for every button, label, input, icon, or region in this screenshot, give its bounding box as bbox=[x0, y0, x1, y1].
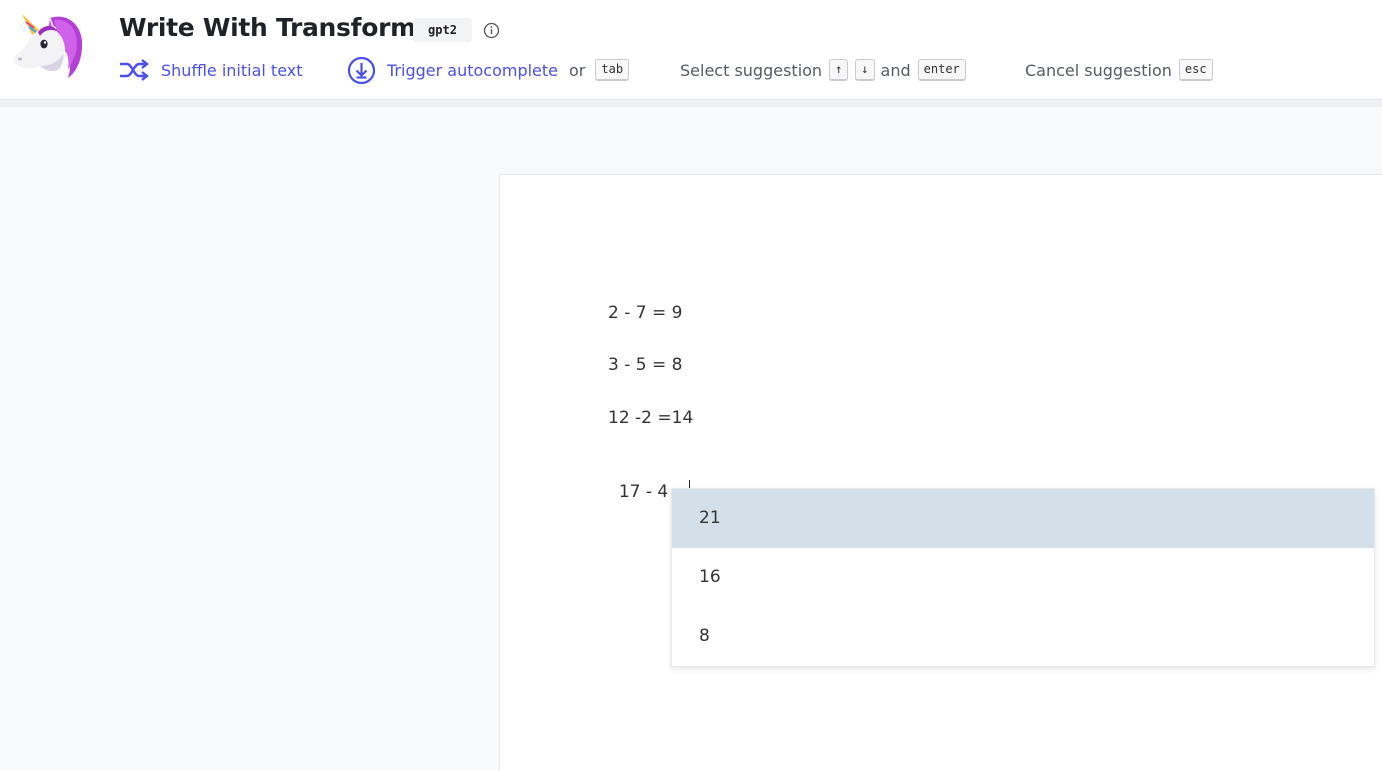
or-text: or bbox=[569, 60, 586, 80]
trigger-label: Trigger autocomplete bbox=[387, 60, 559, 80]
download-circle-icon bbox=[347, 56, 376, 84]
suggestion-item[interactable]: 8 bbox=[672, 607, 1374, 666]
top-header: Write With Transformer gpt2 Shuffle init… bbox=[0, 0, 1382, 100]
enter-key: enter bbox=[917, 59, 966, 81]
shuffle-initial-text-button[interactable]: Shuffle initial text bbox=[118, 56, 303, 84]
trigger-autocomplete-group: Trigger autocomplete or tab bbox=[347, 56, 630, 85]
suggestion-dropdown: 21 16 8 bbox=[671, 488, 1375, 667]
page-title: Write With Transformer bbox=[119, 13, 445, 42]
cancel-suggestion-hint: Cancel suggestion esc bbox=[1025, 56, 1213, 84]
tab-key: tab bbox=[595, 59, 630, 81]
up-arrow-key: ↑ bbox=[829, 59, 849, 81]
and-text: and bbox=[880, 60, 911, 80]
shuffle-label: Shuffle initial text bbox=[161, 60, 303, 80]
model-badge[interactable]: gpt2 bbox=[413, 18, 472, 42]
unicorn-logo-icon bbox=[13, 14, 83, 78]
editor-line[interactable]: 2 - 7 = 9 bbox=[608, 303, 682, 323]
info-icon[interactable] bbox=[483, 22, 500, 39]
cancel-suggestion-label: Cancel suggestion bbox=[1025, 60, 1172, 80]
editor-line[interactable]: 12 -2 =14 bbox=[608, 408, 693, 428]
select-suggestion-hint: Select suggestion ↑ ↓ and enter bbox=[680, 56, 966, 84]
esc-key: esc bbox=[1178, 59, 1213, 81]
select-suggestion-label: Select suggestion bbox=[680, 60, 823, 80]
header-divider bbox=[0, 100, 1382, 107]
trigger-autocomplete-button[interactable]: Trigger autocomplete bbox=[347, 56, 558, 85]
suggestion-item[interactable]: 16 bbox=[672, 548, 1374, 607]
down-arrow-key: ↓ bbox=[855, 59, 875, 81]
shuffle-icon bbox=[120, 59, 149, 81]
suggestion-item-selected[interactable]: 21 bbox=[672, 489, 1374, 548]
editor-line[interactable]: 3 - 5 = 8 bbox=[608, 355, 682, 375]
